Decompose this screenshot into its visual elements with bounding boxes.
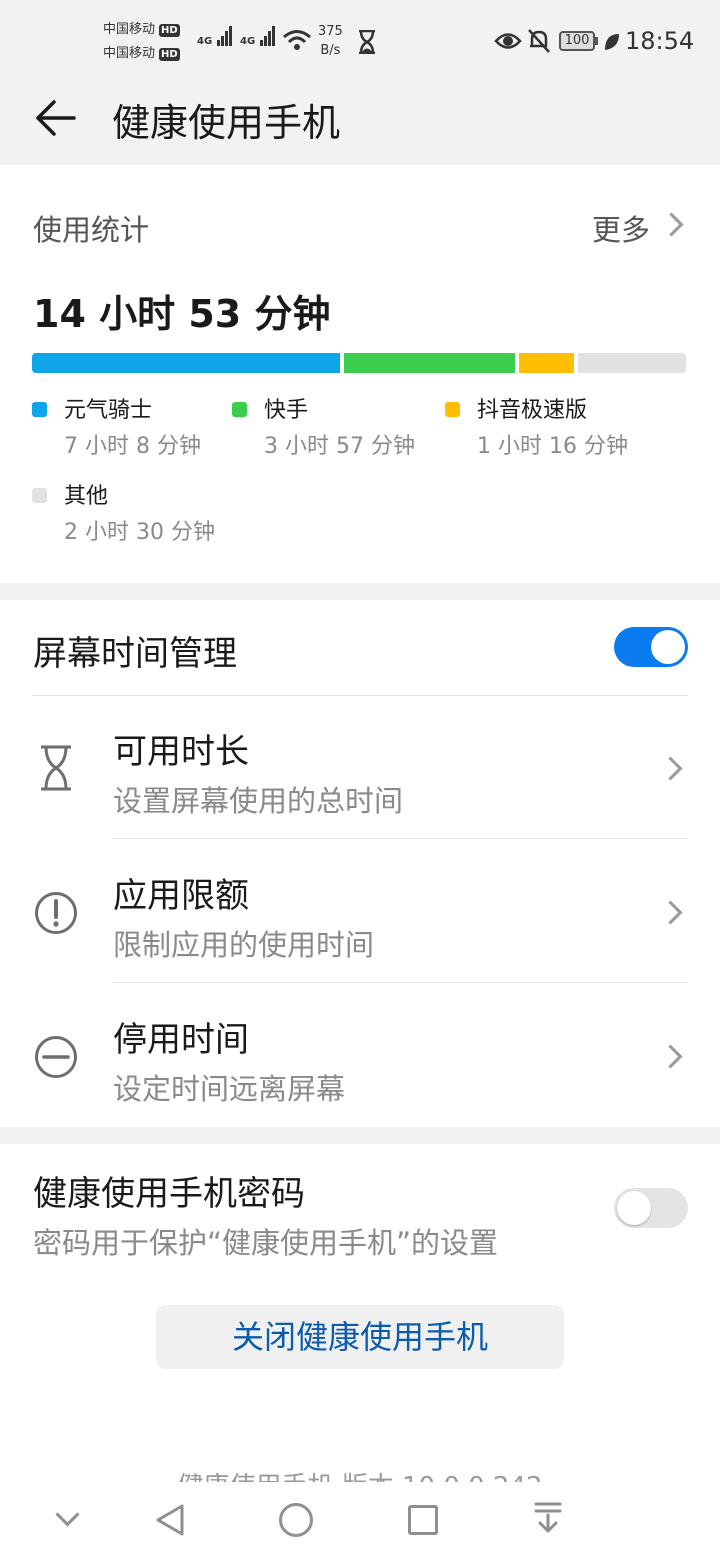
password-toggle[interactable] (614, 1188, 688, 1228)
signal-2-icon: 4G (240, 26, 276, 48)
usage-bar (32, 353, 688, 373)
recents-square-icon[interactable] (408, 1505, 438, 1535)
divider (112, 982, 688, 983)
list-item-available-time[interactable]: 可用时长 设置屏幕使用的总时间 (0, 696, 720, 839)
legend-color-swatch (445, 402, 460, 417)
usage-bar-segment (32, 353, 340, 373)
eye-comfort-icon (494, 33, 522, 49)
item-title: 应用限额 (113, 876, 249, 916)
close-health-button[interactable]: 关闭健康使用手机 (156, 1305, 564, 1369)
carrier-1: 中国移动 HD (103, 22, 180, 37)
hourglass-icon (41, 745, 71, 791)
screen-time-card: 屏幕时间管理 可用时长 设置屏幕使用的总时间 应用限额 限制应用的使用时间 停用… (0, 600, 720, 1127)
chevron-right-icon (658, 900, 683, 925)
legend-color-swatch (32, 402, 47, 417)
collapse-chevron-icon[interactable] (55, 1502, 80, 1527)
list-item-app-limits[interactable]: 应用限额 限制应用的使用时间 (0, 840, 720, 983)
legend-color-swatch (232, 402, 247, 417)
legend-app-duration: 1 小时 16 分钟 (477, 434, 628, 459)
wifi-icon (283, 30, 311, 50)
legend-app-duration: 3 小时 57 分钟 (264, 434, 415, 459)
item-subtitle: 设定时间远离屏幕 (113, 1072, 346, 1106)
back-arrow-icon[interactable] (34, 100, 76, 136)
carrier-2: 中国移动 HD (103, 46, 180, 61)
screen-time-toggle[interactable] (614, 627, 688, 667)
status-bar: 中国移动 HD 中国移动 HD 4G 4G 375 B/s 100 18:54 (0, 0, 720, 84)
minus-circle-icon (35, 1036, 77, 1078)
chevron-right-icon (658, 756, 683, 781)
usage-bar-segment (343, 353, 516, 373)
list-item-downtime[interactable]: 停用时间 设定时间远离屏幕 (0, 984, 720, 1127)
clock: 18:54 (625, 27, 695, 55)
usage-card: 使用统计 更多 14 小时 53 分钟 元气骑士 7 小时 8 分钟 快手 3 小时 … (0, 165, 720, 583)
password-subtitle: 密码用于保护“健康使用手机”的设置 (33, 1226, 499, 1260)
legend-app-duration: 2 小时 30 分钟 (64, 520, 215, 545)
legend-app-name: 其他 (64, 484, 109, 509)
more-link[interactable]: 更多 (592, 207, 650, 249)
legend-color-swatch (32, 488, 47, 503)
signal-1-icon: 4G (197, 26, 233, 48)
usage-bar-segment (519, 353, 574, 373)
hourglass-status-icon (359, 30, 375, 54)
navigation-bar (0, 1482, 720, 1560)
back-triangle-icon[interactable] (154, 1503, 186, 1537)
usage-section-label: 使用统计 (33, 213, 150, 247)
page-title: 健康使用手机 (112, 101, 341, 145)
item-title: 可用时长 (113, 732, 249, 772)
item-title: 停用时间 (113, 1020, 249, 1060)
more-chevron-icon[interactable] (659, 212, 684, 237)
exclamation-circle-icon (35, 892, 77, 934)
password-title: 健康使用手机密码 (33, 1174, 305, 1214)
legend-app-name: 元气骑士 (64, 398, 153, 423)
mute-bell-icon (528, 29, 550, 53)
divider (112, 838, 688, 839)
legend-app-name: 快手 (264, 398, 309, 423)
screen-time-label: 屏幕时间管理 (33, 634, 237, 674)
legend-app-name: 抖音极速版 (477, 398, 588, 423)
close-health-button-label: 关闭健康使用手机 (231, 1318, 488, 1356)
legend-app-duration: 7 小时 8 分钟 (64, 434, 201, 459)
usage-legend: 元气骑士 7 小时 8 分钟 快手 3 小时 57 分钟 抖音极速版 1 小时 16 分钟… (0, 390, 720, 570)
battery-tip (595, 37, 598, 45)
item-subtitle: 限制应用的使用时间 (113, 928, 375, 962)
item-subtitle: 设置屏幕使用的总时间 (113, 784, 404, 818)
total-usage-time: 14 小时 53 分钟 (33, 292, 331, 336)
chevron-right-icon (658, 1044, 683, 1069)
usage-bar-segment (577, 353, 687, 373)
app-bar (0, 84, 720, 164)
leaf-icon (605, 34, 619, 50)
battery-icon: 100 (559, 31, 595, 51)
notification-pulldown-icon[interactable] (534, 1501, 562, 1535)
home-circle-icon[interactable] (279, 1503, 313, 1537)
network-speed: 375 B/s (318, 24, 343, 58)
